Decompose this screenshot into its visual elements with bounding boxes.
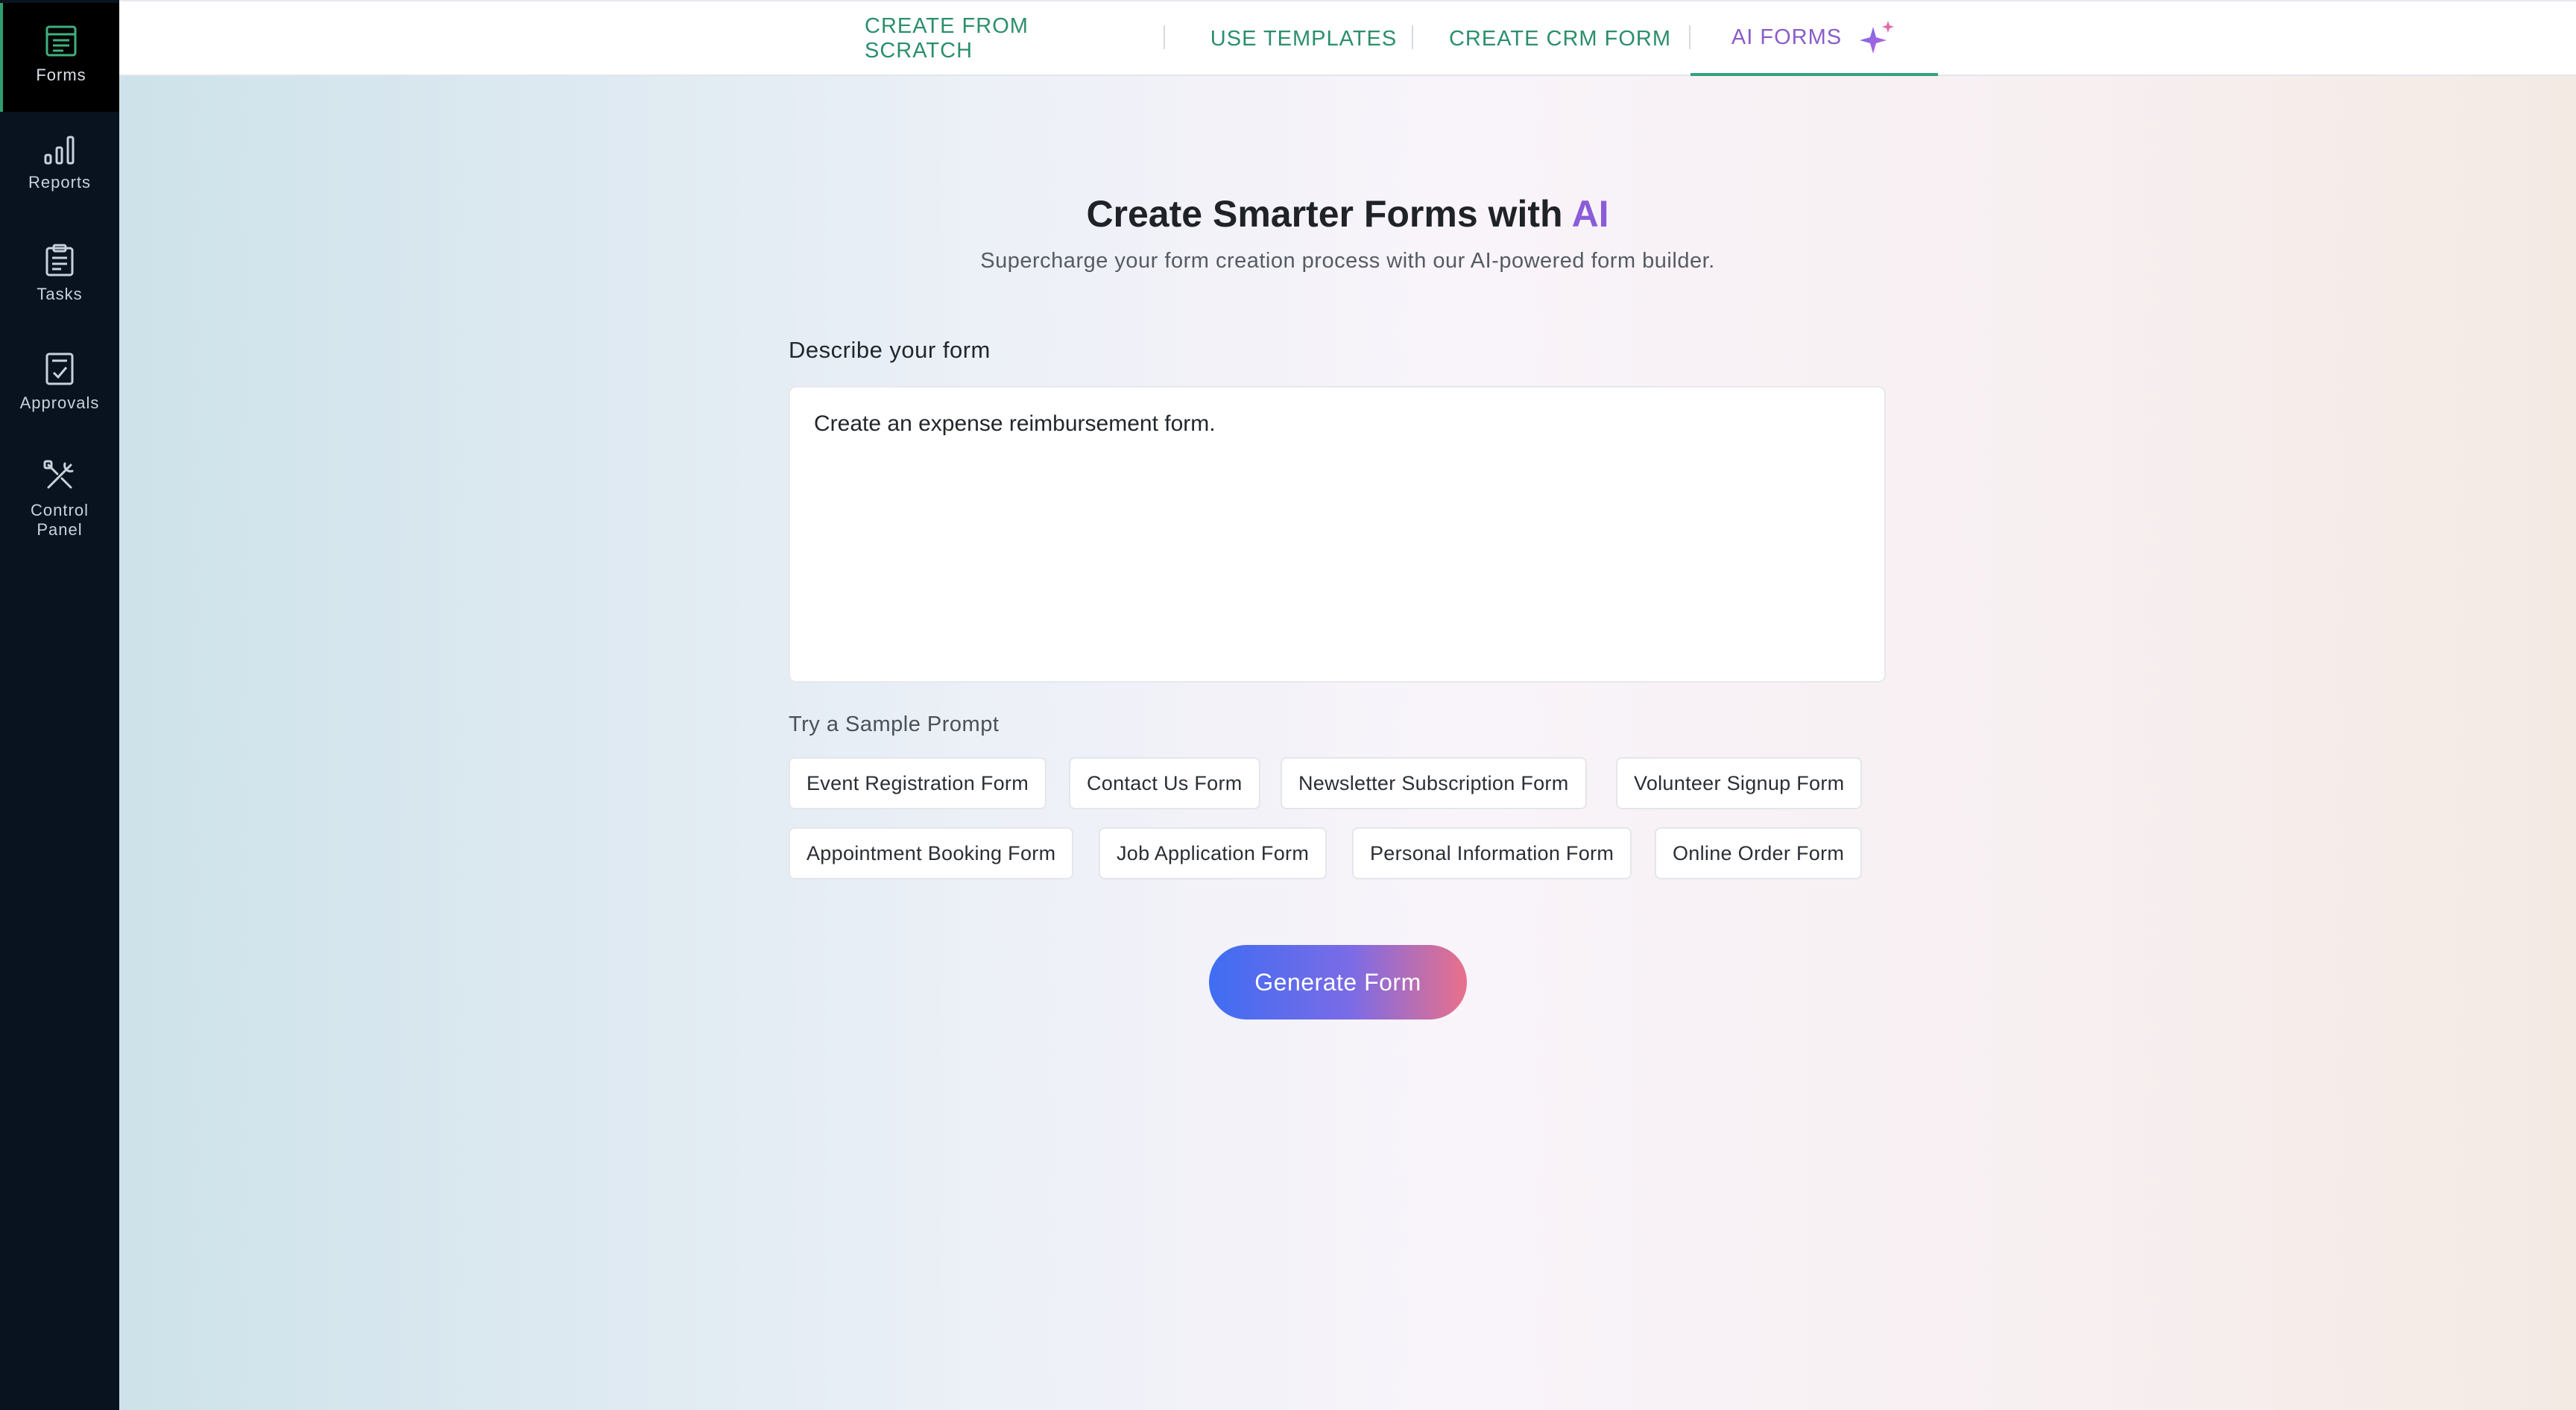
tab-divider bbox=[1412, 25, 1413, 49]
forms-icon bbox=[44, 24, 78, 66]
tools-icon bbox=[42, 459, 77, 501]
page-title: Create Smarter Forms with AI bbox=[119, 192, 2576, 235]
tab-label: USE TEMPLATES bbox=[1210, 26, 1398, 51]
sample-prompt-chip[interactable]: Job Application Form bbox=[1099, 827, 1328, 879]
sidebar: Forms Reports Tasks Approvals Control Pa… bbox=[0, 0, 119, 1410]
tab-label: CREATE CRM FORM bbox=[1448, 26, 1671, 51]
sample-prompt-chip[interactable]: Event Registration Form bbox=[789, 757, 1047, 809]
sample-prompt-label: Try a Sample Prompt bbox=[789, 712, 1000, 736]
sample-prompt-chip[interactable]: Online Order Form bbox=[1655, 827, 1863, 879]
sidebar-item-control-panel[interactable]: Control Panel bbox=[0, 459, 119, 548]
tab-divider bbox=[1164, 25, 1165, 49]
bar-chart-icon bbox=[42, 134, 77, 173]
tab-use-templates[interactable]: USE TEMPLATES bbox=[1196, 1, 1412, 76]
sidebar-item-approvals[interactable]: Approvals bbox=[0, 352, 119, 426]
page-subtitle: Supercharge your form creation process w… bbox=[980, 249, 1715, 273]
sidebar-item-forms[interactable]: Forms bbox=[0, 3, 119, 112]
tab-ai-forms[interactable]: AI FORMS bbox=[1690, 1, 1938, 76]
sample-prompt-chip[interactable]: Volunteer Signup Form bbox=[1616, 757, 1863, 809]
tab-label: AI FORMS bbox=[1731, 25, 1843, 49]
approval-check-icon bbox=[45, 352, 75, 393]
sample-prompt-chip[interactable]: Contact Us Form bbox=[1069, 757, 1260, 809]
sidebar-item-tasks[interactable]: Tasks bbox=[0, 243, 119, 317]
sidebar-item-reports[interactable]: Reports bbox=[0, 134, 119, 209]
sidebar-item-label: Forms bbox=[36, 66, 86, 84]
sample-prompt-chip[interactable]: Personal Information Form bbox=[1352, 827, 1632, 879]
clipboard-icon bbox=[43, 243, 76, 285]
page-title-text: Create Smarter Forms with bbox=[1086, 193, 1572, 235]
sidebar-item-label-line1: Control bbox=[31, 501, 89, 519]
sparkle-icon bbox=[1858, 19, 1897, 55]
describe-form-label: Describe your form bbox=[789, 337, 991, 363]
main-content: Create Smarter Forms with AI Supercharge… bbox=[119, 76, 2576, 1410]
form-description-input[interactable]: Create an expense reimbursement form. bbox=[789, 386, 1886, 683]
top-nav: CREATE FROM SCRATCH USE TEMPLATES CREATE… bbox=[119, 0, 2576, 76]
sidebar-item-label-line2: Panel bbox=[37, 520, 83, 539]
sample-prompt-chip[interactable]: Appointment Booking Form bbox=[789, 827, 1074, 879]
tab-create-crm-form[interactable]: CREATE CRM FORM bbox=[1440, 1, 1680, 76]
tab-create-from-scratch[interactable]: CREATE FROM SCRATCH bbox=[865, 1, 1134, 76]
tab-label: CREATE FROM SCRATCH bbox=[865, 14, 1029, 63]
sidebar-item-label: Approvals bbox=[19, 393, 100, 412]
sidebar-item-label: Tasks bbox=[37, 285, 83, 303]
sidebar-item-label: Reports bbox=[28, 173, 92, 192]
generate-form-button[interactable]: Generate Form bbox=[1209, 945, 1467, 1019]
sample-prompt-chip[interactable]: Newsletter Subscription Form bbox=[1281, 757, 1587, 809]
page-title-ai-highlight: AI bbox=[1571, 193, 1609, 235]
